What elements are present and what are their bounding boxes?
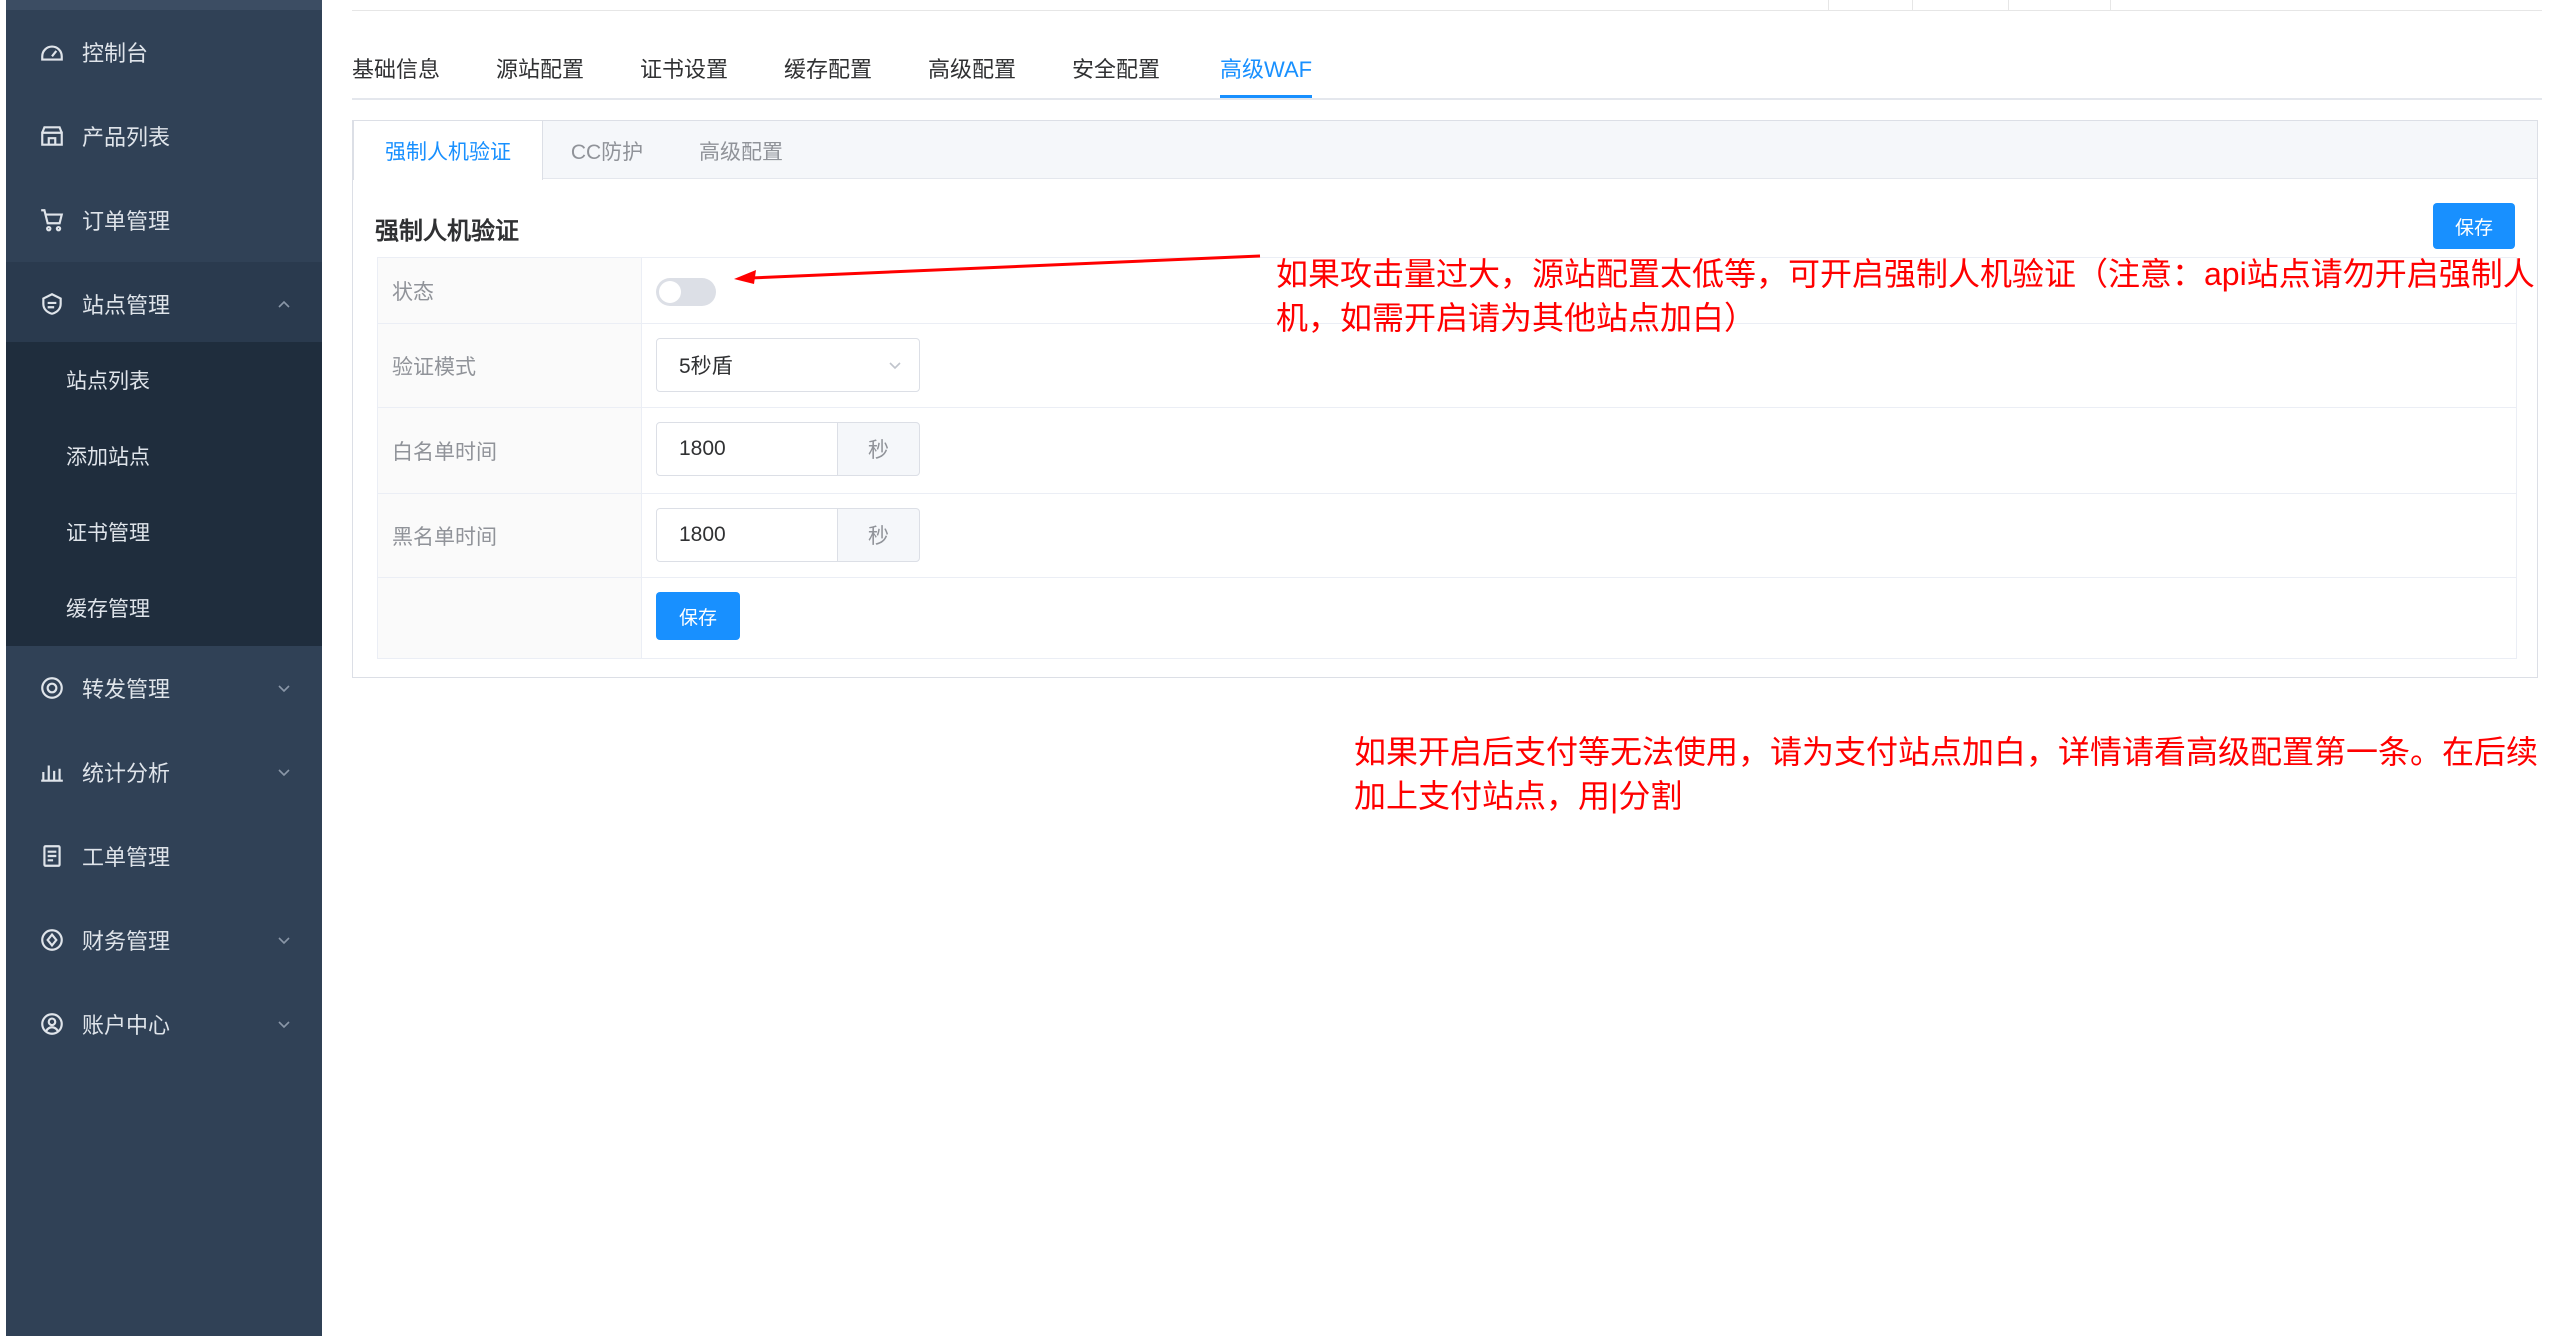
store-icon [36,120,68,152]
sidebar-item-label: 工单管理 [82,845,171,870]
annotation-note-1-line1: 如果攻击量过大，源站配置太低等，可开启强制人机验证（注意：api站点请勿开启强制… [1276,256,2535,292]
sidebar-item-label: 财务管理 [82,929,171,954]
annotation-note-1: 如果攻击量过大，源站配置太低等，可开启强制人机验证（注意：api站点请勿开启强制… [1276,252,2535,340]
subtab-captcha[interactable]: 强制人机验证 [353,121,543,180]
sidebar-item-label: 站点管理 [82,293,171,318]
submenu-item-cache[interactable]: 缓存管理 [6,570,322,646]
whitelist-time-input[interactable]: 1800 [656,422,838,476]
header-divider [2008,0,2009,10]
sidebar-item-forwarding[interactable]: 转发管理 [6,646,322,730]
header-divider [1912,0,1913,10]
chevron-down-icon [889,362,901,370]
sidebar-item-dashboard[interactable]: 控制台 [6,10,322,94]
mode-select-value: 5秒盾 [679,355,733,378]
blacklist-input-group: 1800 秒 [656,508,920,562]
mode-label: 验证模式 [378,324,642,407]
tab-origin-config[interactable]: 源站配置 [496,52,584,84]
waf-subtabs: 强制人机验证 CC防护 高级配置 [353,121,2537,180]
sidebar-item-label: 订单管理 [82,209,171,234]
sidebar-item-products[interactable]: 产品列表 [6,94,322,178]
whitelist-input-group: 1800 秒 [656,422,920,476]
submenu-item-label: 添加站点 [66,446,150,469]
annotation-note-1-line2: 机，如需开启请为其他站点加白） [1276,300,1757,336]
tab-cache-config[interactable]: 缓存配置 [784,52,872,84]
waf-card: 强制人机验证 CC防护 高级配置 强制人机验证 保存 状态 验证模式 5秒盾 白… [352,120,2538,678]
cart-icon [36,204,68,236]
toggle-knob [659,281,681,303]
blacklist-time-input[interactable]: 1800 [656,508,838,562]
sidebar-item-label: 控制台 [82,41,149,66]
sidebar-item-label: 账户中心 [82,1013,171,1038]
submenu-item-label: 缓存管理 [66,598,150,621]
annotation-note-2: 如果开启后支付等无法使用，请为支付站点加白，详情请看高级配置第一条。在后续 加上… [1354,730,2538,818]
header-divider [2110,0,2111,10]
form-row-whitelist: 白名单时间 1800 秒 [378,408,2516,494]
sidebar-item-finance[interactable]: 财务管理 [6,898,322,982]
ticket-icon [36,840,68,872]
tab-certificate-settings[interactable]: 证书设置 [640,52,728,84]
sidebar-item-label: 转发管理 [82,677,171,702]
tab-basic-info[interactable]: 基础信息 [352,52,440,84]
chevron-down-icon [278,769,290,777]
sidebar: 控制台 产品列表 订单管理 站点管理 站点列表 添加站点 证书管理 缓存管理 转… [6,0,322,1336]
form-row-submit: 保存 [378,578,2516,658]
user-icon [36,1008,68,1040]
blacklist-unit: 秒 [837,508,920,562]
finance-icon [36,924,68,956]
whitelist-unit: 秒 [837,422,920,476]
status-label: 状态 [378,258,642,323]
empty-label [378,578,642,658]
chevron-up-icon [278,300,290,308]
annotation-note-2-line2: 加上支付站点，用|分割 [1354,778,1683,814]
annotation-arrow [734,254,1261,284]
subtab-advanced[interactable]: 高级配置 [671,121,811,180]
save-button[interactable]: 保存 [656,592,740,640]
submenu-item-label: 证书管理 [66,522,150,545]
config-tabs: 基础信息 源站配置 证书设置 缓存配置 高级配置 安全配置 高级WAF [352,44,2542,100]
chevron-down-icon [278,1021,290,1029]
forward-icon [36,672,68,704]
subtab-cc-protection[interactable]: CC防护 [543,121,671,180]
tab-advanced-config[interactable]: 高级配置 [928,52,1016,84]
submenu-item-add-site[interactable]: 添加站点 [6,418,322,494]
status-toggle[interactable] [656,278,716,306]
section-title: 强制人机验证 [375,218,519,245]
sidebar-item-sites[interactable]: 站点管理 [6,262,322,346]
whitelist-label: 白名单时间 [378,408,642,493]
chart-icon [36,756,68,788]
save-button-top[interactable]: 保存 [2433,203,2515,249]
form-row-blacklist: 黑名单时间 1800 秒 [378,494,2516,578]
mode-select[interactable]: 5秒盾 [656,338,920,392]
tab-advanced-waf[interactable]: 高级WAF [1220,52,1312,84]
annotation-note-2-line1: 如果开启后支付等无法使用，请为支付站点加白，详情请看高级配置第一条。在后续 [1354,734,2539,770]
header-divider [1828,0,1829,10]
chevron-down-icon [278,685,290,693]
submenu-item-label: 站点列表 [66,370,150,393]
site-icon [36,288,68,320]
tab-security-config[interactable]: 安全配置 [1072,52,1160,84]
chevron-down-icon [278,937,290,945]
sidebar-item-label: 统计分析 [82,761,171,786]
blacklist-label-text: 黑名单时间 [392,525,497,549]
sidebar-item-orders[interactable]: 订单管理 [6,178,322,262]
sidebar-item-account[interactable]: 账户中心 [6,982,322,1066]
sidebar-item-label: 产品列表 [82,125,171,150]
header-bottom-border [352,10,2542,11]
blacklist-label: 黑名单时间 [378,494,642,577]
sidebar-item-tickets[interactable]: 工单管理 [6,814,322,898]
sidebar-item-statistics[interactable]: 统计分析 [6,730,322,814]
sidebar-top-strip [6,0,322,10]
submenu-item-certificates[interactable]: 证书管理 [6,494,322,570]
submenu-item-site-list[interactable]: 站点列表 [6,342,322,418]
active-tab-indicator [1220,95,1312,98]
dashboard-icon [36,36,68,68]
sites-submenu: 站点列表 添加站点 证书管理 缓存管理 [6,342,322,646]
